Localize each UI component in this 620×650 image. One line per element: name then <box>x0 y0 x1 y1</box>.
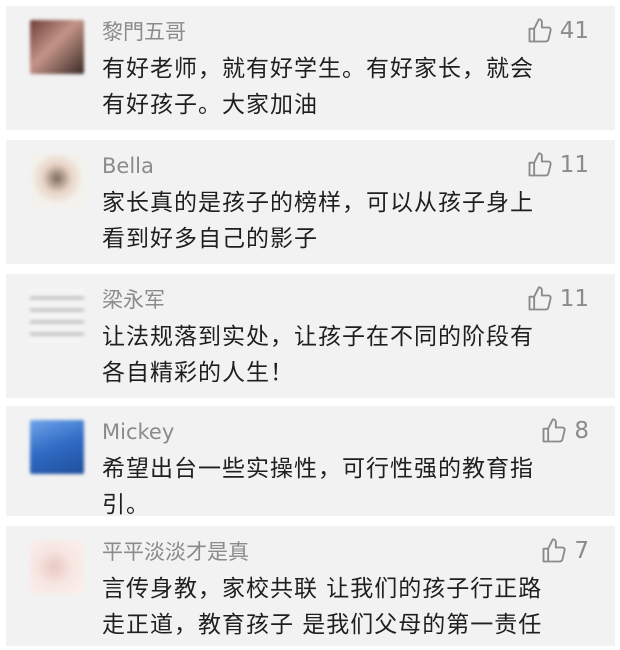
commenter-name: 平平淡淡才是真 <box>102 540 249 564</box>
comment-text: 家长真的是孩子的榜样，可以从孩子身上 看到好多自己的影子 <box>102 185 592 257</box>
comment-line: 各自精彩的人生！ <box>102 360 294 386</box>
like-button[interactable]: 11 <box>526 150 589 180</box>
comment-card: Bella 11 家长真的是孩子的榜样，可以从孩子身上 看到好多自己的影子 <box>6 140 615 264</box>
avatar[interactable] <box>30 420 84 474</box>
avatar[interactable] <box>30 20 84 74</box>
comment-card: 黎門五哥 41 有好老师，就有好学生。有好家长，就会 有好孩子。大家加油 <box>6 6 615 130</box>
comment-card: 梁永军 11 让法规落到实处，让孩子在不同的阶段有 各自精彩的人生！ <box>6 274 615 398</box>
comment-line: 引。 <box>102 492 150 518</box>
commenter-name: Bella <box>102 154 154 178</box>
comment-line: 家长真的是孩子的榜样，可以从孩子身上 <box>102 190 534 216</box>
commenter-name: 梁永军 <box>102 288 165 312</box>
comment-text: 言传身教，家校共联 让我们的孩子行正路 走正道，教育孩子 是我们父母的第一责任 <box>102 571 592 643</box>
thumbs-up-icon <box>528 152 552 177</box>
like-count: 11 <box>559 286 589 312</box>
like-button[interactable]: 41 <box>526 16 589 46</box>
comment-card: 平平淡淡才是真 7 言传身教，家校共联 让我们的孩子行正路 走正道，教育孩子 是… <box>6 526 615 646</box>
comment-line: 希望出台一些实操性，可行性强的教育指 <box>102 456 534 482</box>
like-button[interactable]: 7 <box>540 536 589 566</box>
like-count: 8 <box>574 418 589 444</box>
commenter-name: Mickey <box>102 420 175 444</box>
comment-text: 让法规落到实处，让孩子在不同的阶段有 各自精彩的人生！ <box>102 319 592 391</box>
commenter-name: 黎門五哥 <box>102 20 186 44</box>
comment-text: 希望出台一些实操性，可行性强的教育指 引。 <box>102 451 592 523</box>
like-button[interactable]: 8 <box>540 416 589 446</box>
comment-card: Mickey 8 希望出台一些实操性，可行性强的教育指 引。 <box>6 406 615 518</box>
like-count: 11 <box>559 152 589 178</box>
comment-line: 让法规落到实处，让孩子在不同的阶段有 <box>102 324 534 350</box>
comment-line: 看到好多自己的影子 <box>102 226 318 252</box>
thumbs-up-icon <box>528 286 552 311</box>
thumbs-up-icon <box>528 18 552 43</box>
avatar[interactable] <box>30 540 84 594</box>
comment-line: 有好老师，就有好学生。有好家长，就会 <box>102 56 534 82</box>
comment-text: 有好老师，就有好学生。有好家长，就会 有好孩子。大家加油 <box>102 51 592 123</box>
like-count: 41 <box>559 18 589 44</box>
comment-line: 有好孩子。大家加油 <box>102 92 318 118</box>
comment-line: 走正道，教育孩子 是我们父母的第一责任 <box>102 612 543 638</box>
avatar[interactable] <box>30 288 84 342</box>
thumbs-up-icon <box>542 538 566 563</box>
comment-line: 言传身教，家校共联 让我们的孩子行正路 <box>102 576 543 602</box>
like-count: 7 <box>574 538 589 564</box>
avatar[interactable] <box>30 154 84 208</box>
comment-list: 黎門五哥 41 有好老师，就有好学生。有好家长，就会 有好孩子。大家加油 Bel… <box>0 0 620 650</box>
like-button[interactable]: 11 <box>526 284 589 314</box>
thumbs-up-icon <box>542 418 566 443</box>
